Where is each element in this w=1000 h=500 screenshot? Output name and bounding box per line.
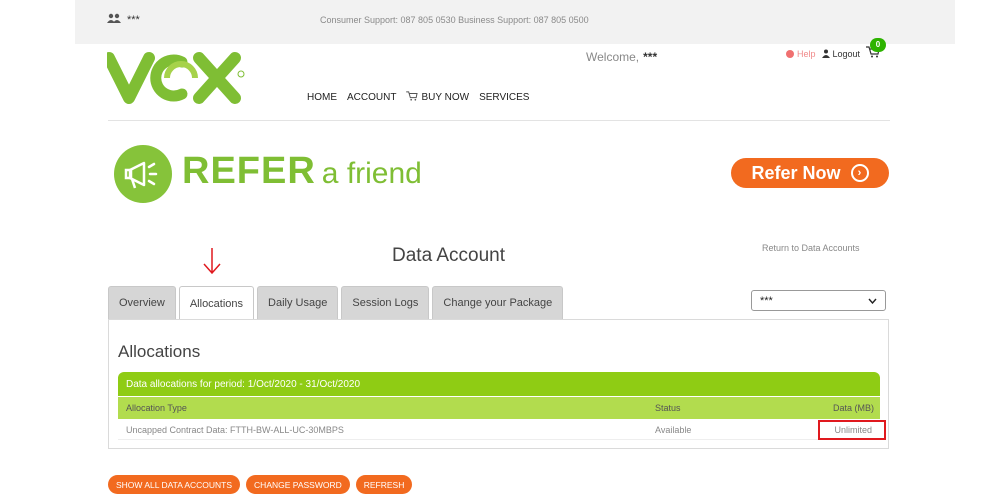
support-numbers: Consumer Support: 087 805 0530 Business … [320, 15, 589, 25]
header-divider [108, 120, 890, 121]
table-row: Uncapped Contract Data: FTTH-BW-ALL-UC-3… [118, 420, 880, 440]
cart-icon [406, 91, 419, 104]
cart-count-badge: 0 [870, 38, 886, 52]
nav-buy-now[interactable]: BUY NOW [406, 91, 469, 104]
account-select-value: *** [760, 294, 773, 307]
tab-allocations[interactable]: Allocations [178, 286, 255, 320]
welcome-name: *** [643, 50, 658, 64]
help-link[interactable]: Help [786, 49, 816, 59]
tab-daily-usage[interactable]: Daily Usage [257, 286, 339, 319]
column-data: Data (MB) [832, 403, 874, 413]
allocation-period-bar: Data allocations for period: 1/Oct/2020 … [118, 372, 880, 396]
status-cell: Available [655, 424, 692, 435]
tab-session-logs[interactable]: Session Logs [341, 286, 430, 319]
username: *** [127, 14, 140, 26]
change-password-button[interactable]: CHANGE PASSWORD [246, 475, 350, 494]
allocations-table-header: Allocation Type Status Data (MB) [118, 397, 880, 419]
account-select[interactable]: *** [751, 290, 886, 311]
user-info: *** [107, 13, 140, 27]
user-icon [821, 49, 830, 60]
nav-account[interactable]: ACCOUNT [347, 92, 396, 103]
red-arrow-down-icon [202, 246, 222, 276]
column-status: Status [655, 403, 681, 413]
allocations-title: Allocations [118, 342, 201, 361]
users-icon [107, 13, 121, 27]
welcome-text: Welcome, *** [586, 50, 658, 64]
nav-services[interactable]: SERVICES [479, 92, 529, 103]
top-bar: *** Consumer Support: 087 805 0530 Busin… [75, 0, 955, 44]
return-to-data-accounts-link[interactable]: Return to Data Accounts [762, 243, 860, 253]
highlight-box [818, 420, 886, 440]
show-all-data-accounts-button[interactable]: SHOW ALL DATA ACCOUNTS [108, 475, 241, 494]
refresh-button[interactable]: REFRESH [355, 475, 413, 494]
main-nav: HOME ACCOUNT BUY NOW SERVICES [307, 91, 529, 104]
account-tabs: Overview Allocations Daily Usage Session… [108, 286, 564, 320]
megaphone-icon [114, 145, 172, 203]
vox-logo[interactable] [103, 50, 247, 105]
refer-now-button[interactable]: Refer Now › [731, 158, 889, 188]
logout-link[interactable]: Logout [821, 49, 860, 60]
refer-a-friend-heading: REFER a friend [182, 150, 422, 192]
nav-home[interactable]: HOME [307, 92, 337, 103]
chevron-down-icon [868, 295, 877, 307]
chevron-right-icon: › [850, 164, 869, 182]
tab-overview[interactable]: Overview [108, 286, 176, 319]
tab-change-package[interactable]: Change your Package [432, 286, 564, 319]
action-buttons: SHOW ALL DATA ACCOUNTS CHANGE PASSWORD R… [108, 475, 413, 494]
allocation-type-cell: Uncapped Contract Data: FTTH-BW-ALL-UC-3… [126, 424, 344, 435]
column-allocation-type: Allocation Type [126, 403, 187, 413]
help-icon [786, 50, 794, 58]
page-title: Data Account [392, 245, 506, 266]
